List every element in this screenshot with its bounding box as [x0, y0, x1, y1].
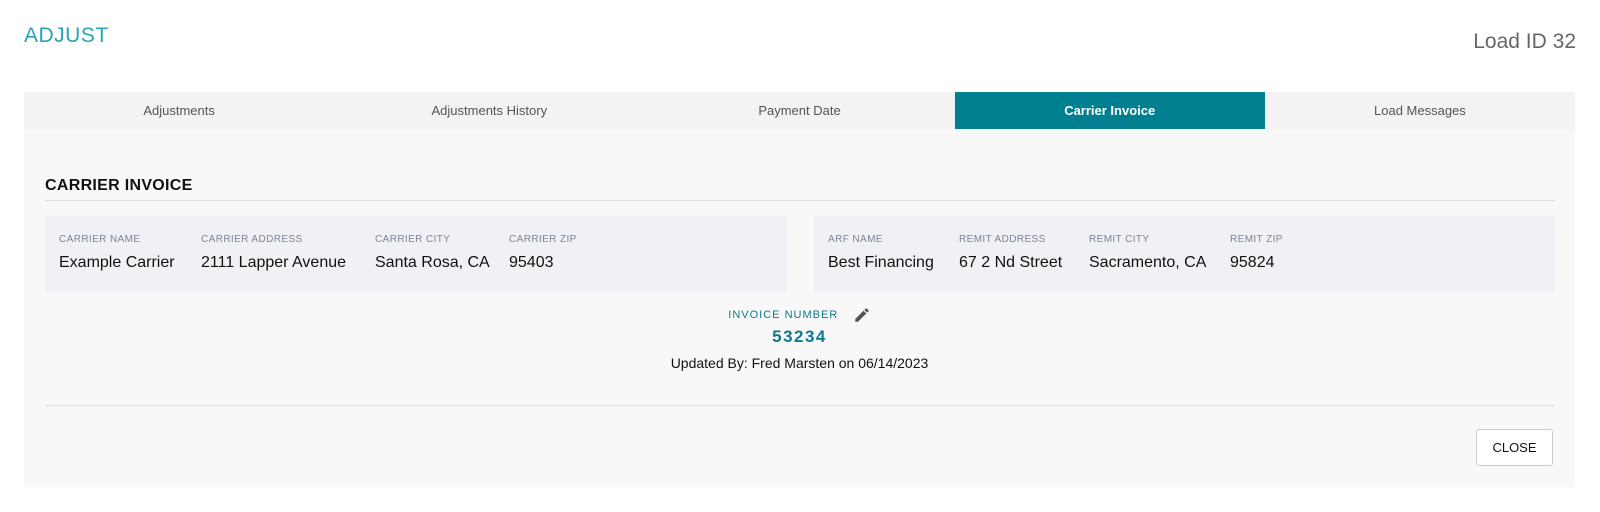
tab-carrier-invoice[interactable]: Carrier Invoice [954, 92, 1265, 129]
arf-name-label: ARF NAME [828, 234, 883, 245]
carrier-name-value: Example Carrier [59, 254, 175, 271]
carrier-address-field: CARRIER ADDRESS 2111 Lapper Avenue [201, 234, 346, 272]
remit-city-value: Sacramento, CA [1089, 254, 1207, 271]
remit-city-field: REMIT CITY Sacramento, CA [1089, 234, 1206, 272]
carrier-name-field: CARRIER NAME Example Carrier [59, 234, 175, 272]
carrier-city-label: CARRIER CITY [375, 234, 451, 245]
remit-address-label: REMIT ADDRESS [959, 234, 1046, 245]
remit-address-value: 67 2 Nd Street [959, 254, 1063, 271]
modal-header: ADJUST Load ID 32 [0, 0, 1600, 90]
carrier-name-label: CARRIER NAME [59, 234, 141, 245]
remit-zip-value: 95824 [1230, 254, 1275, 271]
carrier-city-value: Santa Rosa, CA [375, 254, 490, 271]
carrier-address-label: CARRIER ADDRESS [201, 234, 303, 245]
tab-payment-date[interactable]: Payment Date [644, 92, 954, 129]
remit-zip-field: REMIT ZIP 95824 [1230, 234, 1283, 272]
pencil-icon[interactable] [853, 306, 871, 324]
invoice-number-row: INVOICE NUMBER [24, 306, 1575, 324]
remit-info-box: ARF NAME Best Financing REMIT ADDRESS 67… [814, 216, 1555, 293]
page-title: ADJUST [24, 24, 109, 47]
tab-adjustments-history[interactable]: Adjustments History [334, 92, 644, 129]
updated-by-text: Updated By: Fred Marsten on 06/14/2023 [670, 355, 929, 371]
carrier-zip-field: CARRIER ZIP 95403 [509, 234, 577, 272]
arf-name-field: ARF NAME Best Financing [828, 234, 934, 272]
invoice-number-label: INVOICE NUMBER [728, 309, 839, 321]
footer-divider [45, 405, 1555, 406]
carrier-invoice-panel: CARRIER INVOICE CARRIER NAME Example Car… [24, 129, 1575, 487]
tab-load-messages[interactable]: Load Messages [1265, 92, 1575, 129]
tab-bar: Adjustments Adjustments History Payment … [24, 92, 1575, 129]
close-button[interactable]: CLOSE [1476, 429, 1553, 466]
invoice-number-value: 53234 [772, 327, 827, 346]
carrier-city-field: CARRIER CITY Santa Rosa, CA [375, 234, 490, 272]
section-divider [45, 200, 1555, 201]
section-title: CARRIER INVOICE [45, 177, 193, 194]
remit-city-label: REMIT CITY [1089, 234, 1150, 245]
remit-address-field: REMIT ADDRESS 67 2 Nd Street [959, 234, 1062, 272]
carrier-zip-value: 95403 [509, 254, 554, 271]
tab-adjustments[interactable]: Adjustments [24, 92, 334, 129]
carrier-zip-label: CARRIER ZIP [509, 234, 577, 245]
remit-zip-label: REMIT ZIP [1230, 234, 1283, 245]
carrier-info-box: CARRIER NAME Example Carrier CARRIER ADD… [45, 216, 787, 293]
arf-name-value: Best Financing [828, 254, 934, 271]
load-id: Load ID 32 [1473, 30, 1576, 53]
carrier-address-value: 2111 Lapper Avenue [201, 254, 347, 271]
